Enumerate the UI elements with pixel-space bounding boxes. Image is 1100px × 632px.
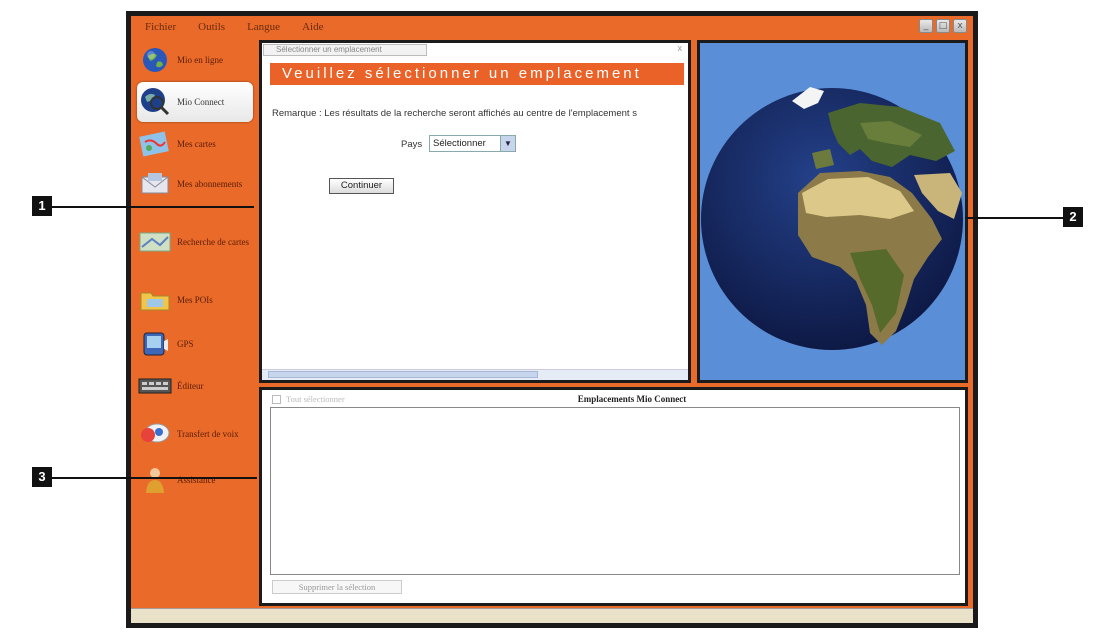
menu-outils[interactable]: Outils — [198, 21, 225, 33]
globe-search-icon — [137, 86, 173, 118]
country-label: Pays — [401, 139, 423, 150]
locations-title: Emplacements Mio Connect — [577, 394, 687, 404]
globe-view[interactable] — [700, 43, 965, 380]
location-panel: Sélectionner un emplacement x Veuillez s… — [259, 40, 691, 383]
status-bar — [131, 608, 973, 623]
sidebar-item-label: Transfert de voix — [177, 429, 239, 439]
callout-line-3 — [52, 477, 257, 479]
menu-langue[interactable]: Langue — [247, 21, 280, 33]
sidebar-item-mes-pois[interactable]: Mes POIs — [137, 280, 253, 320]
scrollbar-thumb[interactable] — [268, 371, 538, 378]
sidebar-item-label: Mes POIs — [177, 295, 213, 305]
map-search-icon — [137, 226, 173, 258]
sidebar-item-mes-cartes[interactable]: Mes cartes — [137, 124, 253, 164]
horizontal-scrollbar[interactable] — [262, 369, 688, 380]
sidebar-item-transfert-voix[interactable]: Transfert de voix — [137, 414, 253, 454]
menu-fichier[interactable]: Fichier — [145, 21, 176, 33]
locations-list[interactable] — [270, 407, 960, 575]
globe-map[interactable] — [700, 43, 965, 380]
device-icon — [137, 328, 173, 360]
panel-tab[interactable]: Sélectionner un emplacement — [263, 44, 427, 56]
sidebar-item-label: Mio Connect — [177, 97, 225, 107]
sidebar-item-mio-en-ligne[interactable]: Mio en ligne — [137, 40, 253, 80]
callout-line-1 — [52, 206, 254, 208]
keyboard-icon — [137, 370, 173, 402]
sidebar-item-label: Éditeur — [177, 381, 204, 391]
close-button[interactable]: x — [953, 19, 967, 33]
country-select[interactable]: Sélectionner ▼ — [429, 135, 516, 152]
globe-panel — [697, 40, 968, 383]
sidebar-item-editeur[interactable]: Éditeur — [137, 366, 253, 406]
sidebar-item-recherche-cartes[interactable]: Recherche de cartes — [137, 222, 253, 262]
chevron-down-icon[interactable]: ▼ — [500, 136, 515, 151]
sidebar-item-mes-abonnements[interactable]: Mes abonnements — [137, 164, 253, 204]
sidebar-item-label: Mes cartes — [177, 139, 216, 149]
app-window: Fichier Outils Langue Aide _ □ x Mio en … — [126, 11, 978, 628]
close-icon[interactable]: x — [678, 43, 683, 53]
sidebar-item-label: Mio en ligne — [177, 55, 223, 65]
person-icon — [137, 464, 173, 496]
continue-button[interactable]: Continuer — [329, 178, 394, 194]
select-all-checkbox[interactable] — [272, 395, 281, 404]
country-select-value: Sélectionner — [433, 138, 486, 149]
location-panel-content: Sélectionner un emplacement x Veuillez s… — [262, 43, 688, 380]
speech-icon — [137, 418, 173, 450]
sidebar-item-assistance[interactable]: Assistance — [137, 460, 253, 500]
page-title: Veuillez sélectionner un emplacement — [270, 63, 684, 85]
sidebar-item-mio-connect[interactable]: Mio Connect — [137, 82, 253, 122]
sidebar-item-gps[interactable]: GPS — [137, 324, 253, 364]
sidebar-item-label: GPS — [177, 339, 194, 349]
menu-aide[interactable]: Aide — [302, 21, 323, 33]
locations-panel-content: Tout sélectionner Emplacements Mio Conne… — [262, 390, 965, 603]
window-controls: _ □ x — [919, 19, 967, 33]
sidebar-item-label: Mes abonnements — [177, 179, 243, 189]
locations-panel: Tout sélectionner Emplacements Mio Conne… — [259, 387, 968, 606]
remark-text: Remarque : Les résultats de la recherche… — [272, 108, 637, 119]
menu-bar: Fichier Outils Langue Aide — [131, 16, 973, 38]
delete-selection-button[interactable]: Supprimer la sélection — [272, 580, 402, 594]
sidebar-item-label: Recherche de cartes — [177, 237, 249, 247]
minimize-button[interactable]: _ — [919, 19, 933, 33]
map-icon — [137, 128, 173, 160]
envelope-icon — [137, 168, 173, 200]
callout-line-2 — [965, 217, 1065, 219]
sidebar: Mio en ligne Mio Connect Mes cartes Mes … — [131, 40, 255, 607]
callout-1: 1 — [32, 196, 52, 216]
folder-icon — [137, 284, 173, 316]
callout-2: 2 — [1063, 207, 1083, 227]
select-all-label: Tout sélectionner — [286, 394, 345, 404]
globe-icon — [137, 44, 173, 76]
app-body: Fichier Outils Langue Aide _ □ x Mio en … — [131, 16, 973, 623]
callout-3: 3 — [32, 467, 52, 487]
maximize-button[interactable]: □ — [936, 19, 950, 33]
